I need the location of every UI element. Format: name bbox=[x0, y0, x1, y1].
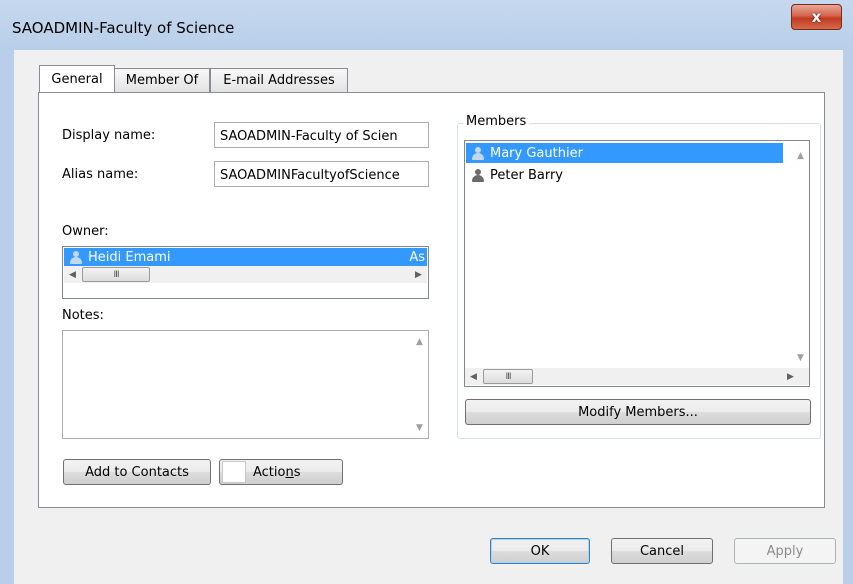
scroll-down-icon[interactable]: ▼ bbox=[792, 349, 809, 366]
close-button[interactable]: x bbox=[791, 4, 842, 30]
members-vertical-scrollbar[interactable]: ▲ ▼ bbox=[792, 141, 809, 368]
owner-horizontal-scrollbar[interactable]: ◀ III ▶ bbox=[64, 266, 427, 283]
scroll-thumb[interactable]: III bbox=[483, 369, 533, 384]
members-horizontal-scrollbar[interactable]: ◀ III ▶ bbox=[465, 368, 809, 385]
modify-members-button[interactable]: Modify Members... bbox=[465, 399, 811, 425]
member-row[interactable]: Mary Gauthier bbox=[466, 143, 783, 163]
actions-label-suffix: s bbox=[293, 464, 301, 480]
apply-label: Apply bbox=[766, 543, 804, 559]
window-title: SAOADMIN-Faculty of Science bbox=[12, 19, 235, 37]
tab-email-addresses-label: E-mail Addresses bbox=[223, 73, 335, 88]
actions-icon bbox=[222, 461, 246, 483]
scroll-left-icon[interactable]: ◀ bbox=[64, 266, 81, 283]
ok-button[interactable]: OK bbox=[490, 538, 590, 564]
scroll-thumb[interactable]: III bbox=[82, 267, 150, 282]
members-group-title: Members bbox=[463, 114, 530, 129]
actions-label-accel: n bbox=[285, 464, 294, 480]
members-listbox[interactable]: Mary Gauthier Peter Barry ▲ ▼ ◀ III ▶ bbox=[464, 140, 810, 387]
window-frame-right bbox=[843, 50, 853, 584]
actions-button[interactable]: Actions bbox=[219, 459, 343, 485]
close-icon: x bbox=[811, 8, 822, 26]
scroll-up-icon[interactable]: ▲ bbox=[411, 333, 428, 350]
add-to-contacts-label: Add to Contacts bbox=[85, 464, 189, 480]
notes-label: Notes: bbox=[62, 308, 104, 323]
scroll-up-icon[interactable]: ▲ bbox=[792, 147, 809, 164]
display-name-field[interactable]: SAOADMIN-Faculty of Scien bbox=[214, 122, 429, 148]
member-name: Mary Gauthier bbox=[490, 145, 583, 161]
owner-label: Owner: bbox=[62, 224, 109, 239]
cancel-label: Cancel bbox=[639, 543, 685, 559]
tab-member-of-label: Member Of bbox=[125, 73, 199, 88]
person-icon bbox=[70, 250, 82, 264]
notes-vertical-scrollbar[interactable]: ▲ ▼ bbox=[411, 331, 428, 438]
scroll-left-icon[interactable]: ◀ bbox=[465, 368, 482, 385]
tab-email-addresses[interactable]: E-mail Addresses bbox=[210, 68, 348, 92]
title-bar[interactable]: SAOADMIN-Faculty of Science x bbox=[0, 0, 853, 50]
ok-label: OK bbox=[530, 543, 550, 559]
owner-extra: As bbox=[409, 249, 425, 265]
scroll-right-icon[interactable]: ▶ bbox=[782, 368, 799, 385]
window-frame-left bbox=[0, 50, 14, 584]
notes-field[interactable]: ▲ ▼ bbox=[62, 330, 429, 439]
scroll-down-icon[interactable]: ▼ bbox=[411, 419, 428, 436]
tab-panel-general: Display name: SAOADMIN-Faculty of Scien … bbox=[38, 92, 825, 508]
tab-general[interactable]: General bbox=[39, 65, 115, 92]
modify-members-label: Modify Members... bbox=[578, 404, 698, 420]
display-name-label: Display name: bbox=[62, 128, 156, 143]
person-icon bbox=[472, 168, 484, 182]
actions-label-prefix: Actio bbox=[253, 464, 286, 480]
owner-name: Heidi Emami bbox=[88, 249, 171, 265]
alias-name-field[interactable]: SAOADMINFacultyofScience bbox=[214, 161, 429, 187]
owner-listbox[interactable]: Heidi Emami As ◀ III ▶ bbox=[62, 246, 429, 299]
apply-button[interactable]: Apply bbox=[734, 538, 836, 564]
add-to-contacts-button[interactable]: Add to Contacts bbox=[63, 459, 211, 485]
actions-label: Actions bbox=[253, 465, 301, 480]
member-row[interactable]: Peter Barry bbox=[466, 165, 783, 185]
owner-row[interactable]: Heidi Emami As bbox=[64, 248, 427, 266]
scroll-right-icon[interactable]: ▶ bbox=[410, 266, 427, 283]
cancel-button[interactable]: Cancel bbox=[611, 538, 713, 564]
person-icon bbox=[472, 146, 484, 160]
member-name: Peter Barry bbox=[490, 167, 563, 183]
alias-name-label: Alias name: bbox=[62, 167, 139, 182]
tab-member-of[interactable]: Member Of bbox=[114, 68, 210, 92]
dialog-client-area: General Member Of E-mail Addresses Displ… bbox=[14, 50, 843, 584]
tab-general-label: General bbox=[51, 71, 103, 87]
